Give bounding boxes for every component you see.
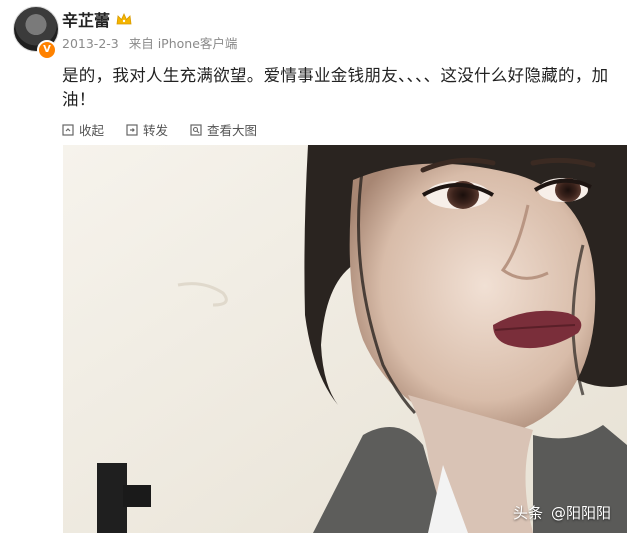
post-meta: 2013-2-3 来自 iPhone客户端 [62, 33, 243, 52]
username[interactable]: 辛芷蕾 [62, 7, 110, 31]
collapse-icon [62, 123, 74, 136]
watermark: 头条 @阳阳阳 [513, 502, 611, 523]
portrait-illustration [63, 145, 627, 533]
post-text: 是的，我对人生充满欲望。爱情事业金钱朋友、、、、这没什么好隐藏的，加油！ [62, 66, 609, 109]
post-toolbar: 收起 转发 查看大图 [62, 120, 257, 139]
post-date: 2013-2-3 [62, 36, 119, 51]
repost-icon [126, 123, 138, 136]
verified-badge: V [37, 40, 57, 60]
repost-label: 转发 [143, 123, 169, 138]
post-source: 来自 iPhone客户端 [128, 36, 238, 51]
view-large-label: 查看大图 [207, 123, 258, 138]
collapse-button[interactable]: 收起 [62, 120, 104, 139]
view-large-button[interactable]: 查看大图 [190, 120, 257, 139]
collapse-label: 收起 [79, 123, 105, 138]
post-photo[interactable]: 头条 @阳阳阳 [63, 145, 627, 533]
crown-icon [116, 13, 132, 25]
watermark-author: @阳阳阳 [550, 504, 611, 522]
zoom-icon [190, 123, 202, 136]
post-header: V 辛芷蕾 2013-2-3 来自 iPhone客户端 是的，我对人生充满欲望。… [0, 0, 640, 110]
repost-button[interactable]: 转发 [126, 120, 168, 139]
watermark-platform: 头条 [512, 504, 543, 522]
username-row: 辛芷蕾 [62, 7, 132, 31]
